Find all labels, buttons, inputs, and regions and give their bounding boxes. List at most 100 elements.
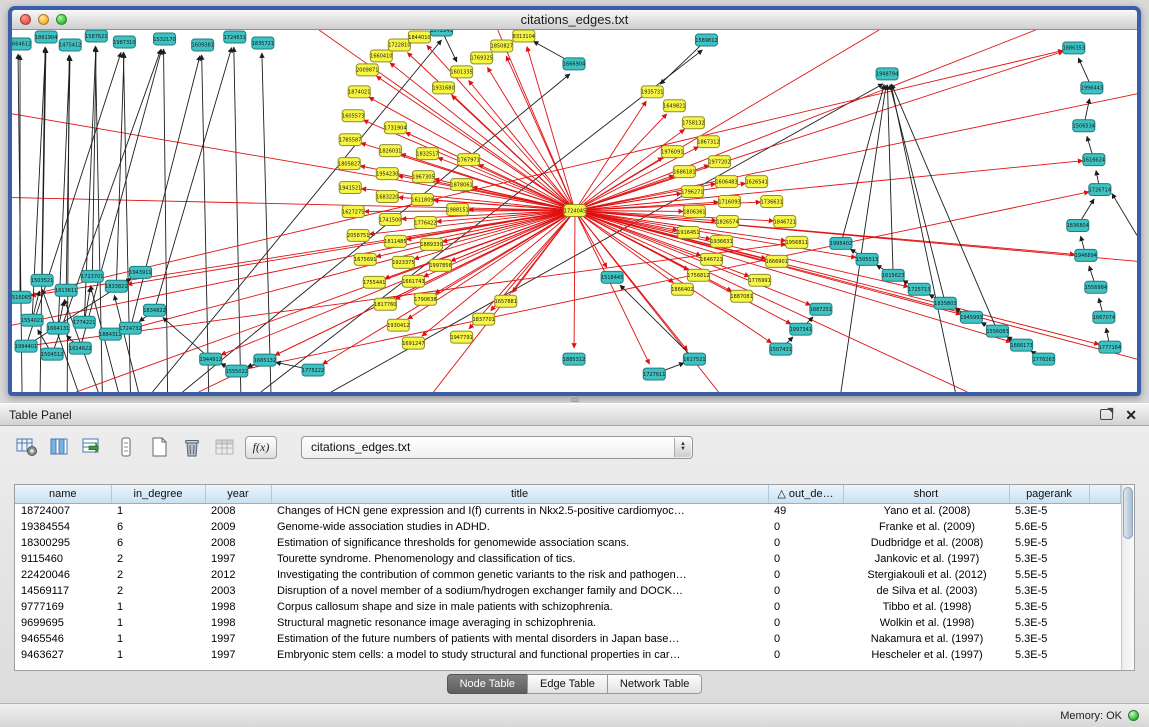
graph-node[interactable]: 1945993: [960, 311, 982, 323]
memory-status-icon[interactable]: [1128, 710, 1139, 721]
column-header-name[interactable]: name: [15, 485, 111, 503]
graph-node[interactable]: 1725713: [908, 283, 930, 295]
graph-node[interactable]: 1805827: [338, 158, 360, 170]
graph-node[interactable]: 1997856: [429, 259, 451, 271]
graph-node[interactable]: 1556984: [1085, 281, 1107, 293]
table-row[interactable]: 946362711997Embryonic stem cells: a mode…: [15, 647, 1121, 663]
graph-node[interactable]: 1774221: [73, 316, 95, 328]
graph-node[interactable]: 1878061: [450, 179, 472, 191]
graph-node[interactable]: 1832517: [416, 148, 438, 160]
graph-node[interactable]: 1518445: [601, 271, 623, 283]
graph-node[interactable]: 1956811: [786, 236, 808, 248]
graph-node[interactable]: 1606483: [715, 176, 737, 188]
graph-node[interactable]: 1722810: [388, 39, 410, 51]
column-header-pagerank[interactable]: pagerank: [1009, 485, 1089, 503]
graph-node[interactable]: 1601335: [450, 66, 472, 78]
graph-node[interactable]: 1994401: [15, 340, 37, 352]
graph-node[interactable]: 1987310: [113, 36, 135, 48]
import-table-icon[interactable]: [212, 435, 238, 459]
graph-node[interactable]: 1930412: [387, 319, 409, 331]
graph-node[interactable]: 1724732: [119, 322, 141, 334]
splitter-handle[interactable]: [0, 396, 1149, 403]
table-row[interactable]: 1830029562008Estimation of significance …: [15, 535, 1121, 551]
network-table-selector[interactable]: citations_edges.txt ▲▼: [301, 436, 693, 459]
graph-node[interactable]: 2009871: [356, 64, 378, 76]
graph-node[interactable]: 1835803: [934, 297, 956, 309]
table-row[interactable]: 2242004622012Investigating the contribut…: [15, 567, 1121, 583]
graph-node[interactable]: 1936631: [710, 235, 732, 247]
graph-node[interactable]: 1724045: [564, 205, 586, 217]
graph-node[interactable]: 1741500: [379, 213, 401, 225]
graph-node[interactable]: 1948794: [876, 68, 898, 80]
graph-node[interactable]: 1587621: [85, 30, 107, 42]
scrollbar-thumb[interactable]: [1123, 487, 1133, 539]
graph-node[interactable]: 1997341: [790, 323, 812, 335]
column-header-title[interactable]: title: [271, 485, 768, 503]
graph-node[interactable]: 1646721: [700, 253, 722, 265]
table-row[interactable]: 911546021997Tourette syndrome. Phenomeno…: [15, 551, 1121, 567]
graph-node[interactable]: 1505513: [856, 253, 878, 265]
graph-node[interactable]: 1817760: [374, 298, 396, 310]
graph-node[interactable]: 1887081: [730, 290, 752, 302]
graph-node[interactable]: 2516065: [12, 291, 31, 303]
graph-node[interactable]: 1614622: [69, 342, 91, 354]
window-titlebar[interactable]: citations_edges.txt: [12, 10, 1137, 30]
graph-node[interactable]: 1664612: [12, 38, 31, 50]
graph-node[interactable]: 1954230: [376, 168, 398, 180]
network-canvas[interactable]: 1724045187402116055731785587180582719415…: [12, 30, 1137, 392]
graph-node[interactable]: 1806361: [683, 206, 705, 218]
close-window-button[interactable]: [20, 14, 31, 25]
graph-node[interactable]: 1931680: [432, 82, 454, 94]
graph-node[interactable]: 1660410: [370, 50, 392, 62]
graph-node[interactable]: 1554021: [21, 314, 43, 326]
graph-node[interactable]: 1947791: [450, 331, 472, 343]
graph-node[interactable]: 1664131: [47, 322, 69, 334]
graph-node[interactable]: 1767971: [457, 154, 479, 166]
graph-node[interactable]: 1666904: [563, 58, 585, 70]
graph-node[interactable]: 1836804: [1067, 219, 1089, 231]
float-panel-icon[interactable]: [1100, 409, 1113, 420]
graph-node[interactable]: 1833821: [105, 280, 127, 292]
graph-node[interactable]: 1589812: [695, 34, 717, 46]
graph-node[interactable]: 1996443: [1081, 82, 1103, 94]
graph-node[interactable]: 1675691: [354, 253, 376, 265]
table-row[interactable]: 977716911998Corpus callosum shape and si…: [15, 599, 1121, 615]
graph-node[interactable]: 1667074: [1093, 311, 1115, 323]
graph-node[interactable]: 1887251: [810, 303, 832, 315]
graph-node[interactable]: 1613611: [55, 284, 77, 296]
graph-node[interactable]: 1686181: [673, 166, 695, 178]
graph-node[interactable]: 1626541: [745, 176, 767, 188]
tab-network-table[interactable]: Network Table: [607, 674, 703, 694]
graph-node[interactable]: 1503521: [31, 274, 53, 286]
table-row[interactable]: 1456911722003Disruption of a novel membe…: [15, 583, 1121, 599]
graph-node[interactable]: 1617521: [683, 353, 705, 365]
zoom-window-button[interactable]: [56, 14, 67, 25]
graph-node[interactable]: 1988151: [446, 204, 468, 216]
row-selection-icon[interactable]: [113, 435, 139, 459]
graph-node[interactable]: 1826031: [379, 145, 401, 157]
delete-table-icon[interactable]: [179, 435, 205, 459]
graph-node[interactable]: 1874021: [348, 86, 370, 98]
graph-node[interactable]: 1683220: [376, 191, 398, 203]
graph-node[interactable]: 1846721: [774, 215, 796, 227]
table-options-icon[interactable]: [14, 435, 40, 459]
graph-node[interactable]: 1941521: [339, 182, 361, 194]
graph-node[interactable]: 1758132: [682, 117, 704, 129]
graph-node[interactable]: 1835721: [252, 37, 274, 49]
table-row[interactable]: 969969511998Structural magnetic resonanc…: [15, 615, 1121, 631]
graph-node[interactable]: 1661743: [402, 275, 424, 287]
graph-node[interactable]: 1731904: [384, 122, 406, 134]
graph-node[interactable]: 1769325: [470, 52, 492, 64]
graph-node[interactable]: 1935731: [641, 86, 663, 98]
graph-node[interactable]: 1967305: [412, 171, 434, 183]
graph-node[interactable]: 1776422: [414, 216, 436, 228]
graph-node[interactable]: 1649821: [663, 100, 685, 112]
tab-edge-table[interactable]: Edge Table: [527, 674, 608, 694]
graph-node[interactable]: 1666901: [766, 255, 788, 267]
graph-node[interactable]: 2058751: [347, 229, 369, 241]
graph-node[interactable]: 1736631: [761, 196, 783, 208]
graph-node[interactable]: 1776263: [1032, 353, 1054, 365]
graph-node[interactable]: 1616624: [1083, 154, 1105, 166]
graph-node[interactable]: 1837701: [473, 313, 495, 325]
new-table-icon[interactable]: [146, 435, 172, 459]
